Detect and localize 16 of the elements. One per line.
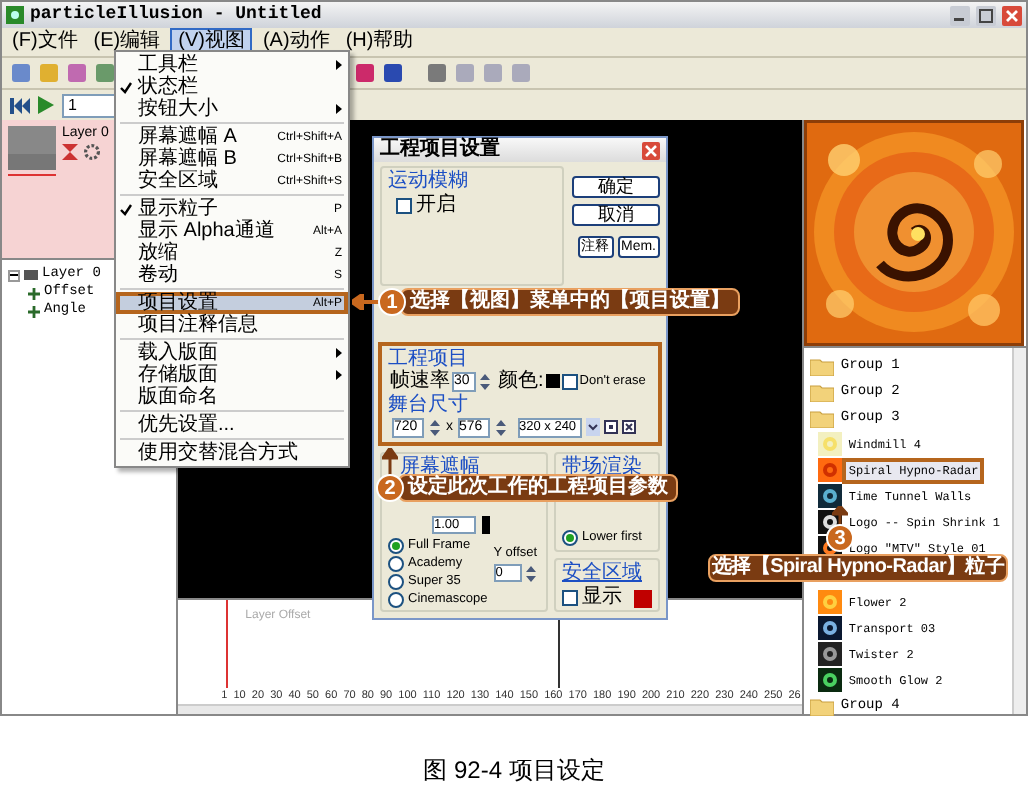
checkbox-label: 开启 <box>416 196 456 217</box>
callout-label: 设定此次工作的工程项目参数 <box>398 474 678 502</box>
field-label: 颜色: <box>498 371 544 391</box>
group-title: 带场渲染 <box>562 456 642 478</box>
group-title: 舞台尺寸 <box>388 393 470 415</box>
group-title: 工程项目 <box>388 347 470 369</box>
callout-label: 选择【视图】菜单中的【项目设置】 <box>400 288 740 316</box>
group-title: 屏幕遮幅 <box>398 456 480 478</box>
checkbox-label: 显示 <box>582 588 622 608</box>
window-title: particleIllusion - Untitled <box>30 6 322 24</box>
figure-caption: 图 92-4 项目设定 <box>423 754 605 788</box>
group-title: 安全区域 <box>562 562 644 584</box>
dialog-title: 工程项目设置 <box>380 140 500 161</box>
callout-label: 选择【Spiral Hypno-Radar】粒子 <box>708 554 1009 582</box>
group-title: 运动模糊 <box>388 170 470 193</box>
field-label: 帧速率 <box>390 371 450 391</box>
